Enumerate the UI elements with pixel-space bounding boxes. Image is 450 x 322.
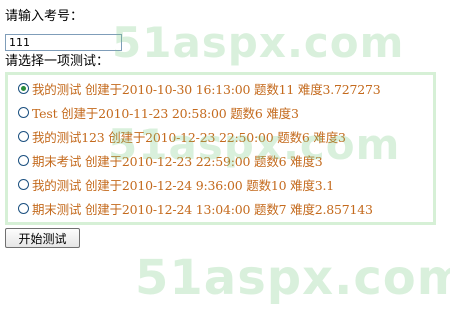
radio-button[interactable] — [18, 131, 29, 142]
choose-test-label: 请选择一项测试： — [5, 54, 110, 69]
test-option-label[interactable]: 期末测试 创建于2010-12-24 13:04:00 题数7 难度2.8571… — [32, 199, 373, 218]
start-test-button[interactable]: 开始测试 — [5, 228, 80, 248]
radio-button[interactable] — [18, 203, 29, 214]
test-radio-list: 我的测试 创建于2010-10-30 16:13:00 题数11 难度3.727… — [5, 72, 436, 225]
radio-button[interactable] — [18, 107, 29, 118]
test-option-label[interactable]: 我的测试123 创建于2010-12-23 22:50:00 题数6 难度3 — [32, 127, 346, 146]
test-option-4[interactable]: 期末考试 创建于2010-12-23 22:59:00 题数6 难度3 — [18, 151, 323, 170]
watermark-logo: 51aspx.com — [135, 250, 450, 306]
test-option-2[interactable]: Test 创建于2010-11-23 20:58:00 题数6 难度3 — [18, 103, 299, 122]
test-option-label[interactable]: 我的测试 创建于2010-12-24 9:36:00 题数10 难度3.1 — [32, 175, 334, 194]
test-option-5[interactable]: 我的测试 创建于2010-12-24 9:36:00 题数10 难度3.1 — [18, 175, 334, 194]
test-option-1[interactable]: 我的测试 创建于2010-10-30 16:13:00 题数11 难度3.727… — [18, 79, 381, 98]
exam-number-label: 请输入考号： — [5, 9, 84, 24]
radio-button[interactable] — [18, 155, 29, 166]
test-option-6[interactable]: 期末测试 创建于2010-12-24 13:04:00 题数7 难度2.8571… — [18, 199, 373, 218]
test-option-3[interactable]: 我的测试123 创建于2010-12-23 22:50:00 题数6 难度3 — [18, 127, 346, 146]
test-option-label[interactable]: 期末考试 创建于2010-12-23 22:59:00 题数6 难度3 — [32, 151, 323, 170]
test-option-label[interactable]: Test 创建于2010-11-23 20:58:00 题数6 难度3 — [32, 103, 299, 122]
test-option-label[interactable]: 我的测试 创建于2010-10-30 16:13:00 题数11 难度3.727… — [32, 79, 381, 98]
exam-number-input[interactable] — [5, 34, 122, 51]
radio-button[interactable] — [18, 179, 29, 190]
watermark-logo: 51aspx.com — [112, 18, 405, 67]
radio-button[interactable] — [18, 83, 29, 94]
